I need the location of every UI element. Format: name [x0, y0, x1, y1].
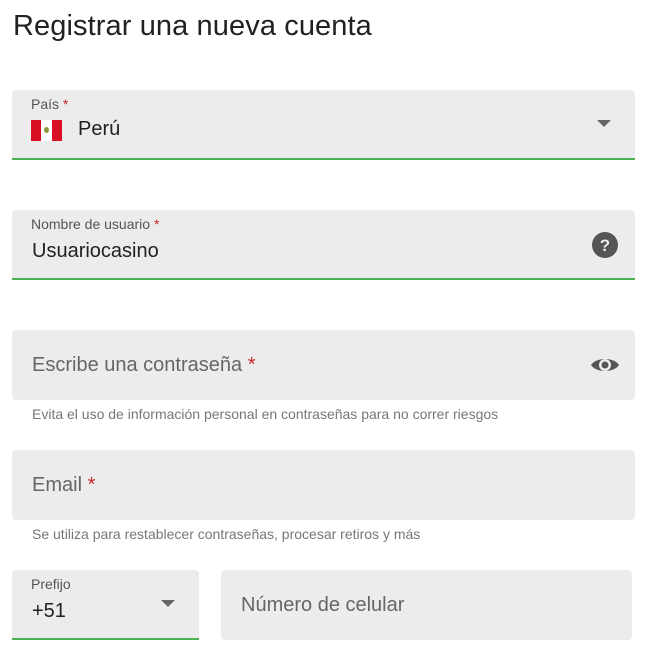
email-placeholder-text: Email — [32, 474, 83, 496]
country-label: País * — [31, 96, 68, 112]
required-mark: * — [87, 474, 96, 496]
phone-field[interactable]: Número de celular — [221, 570, 632, 640]
username-label-text: Nombre de usuario — [31, 216, 151, 232]
prefix-label: Prefijo — [31, 576, 71, 592]
email-field[interactable]: Email * — [12, 450, 635, 520]
prefix-value: +51 — [32, 600, 66, 622]
svg-text:?: ? — [600, 236, 610, 255]
password-placeholder-text: Escribe una contraseña — [32, 354, 243, 376]
required-mark: * — [62, 96, 69, 112]
email-helper: Se utiliza para restablecer contraseñas,… — [32, 526, 421, 542]
password-field[interactable]: Escribe una contraseña * — [12, 330, 635, 400]
eye-icon[interactable] — [590, 352, 620, 378]
help-icon[interactable]: ? — [592, 232, 618, 258]
prefix-select[interactable]: Prefijo +51 — [12, 570, 199, 640]
country-value: Perú — [78, 118, 121, 140]
registration-page: Registrar una nueva cuenta País * Perú N… — [0, 0, 653, 666]
page-title: Registrar una nueva cuenta — [13, 10, 372, 42]
password-placeholder: Escribe una contraseña * — [32, 354, 256, 377]
country-label-text: País — [31, 96, 60, 112]
password-helper: Evita el uso de información personal en … — [32, 406, 499, 422]
required-mark: * — [153, 216, 160, 232]
chevron-down-icon — [597, 120, 611, 127]
required-mark: * — [247, 354, 256, 376]
username-label: Nombre de usuario * — [31, 216, 159, 232]
email-placeholder: Email * — [32, 474, 95, 497]
chevron-down-icon — [161, 600, 175, 607]
country-select[interactable]: País * Perú — [12, 90, 635, 160]
username-field[interactable]: Nombre de usuario * Usuariocasino ? — [12, 210, 635, 280]
phone-placeholder: Número de celular — [241, 594, 405, 616]
username-value: Usuariocasino — [32, 240, 159, 262]
peru-flag-icon — [31, 120, 62, 141]
